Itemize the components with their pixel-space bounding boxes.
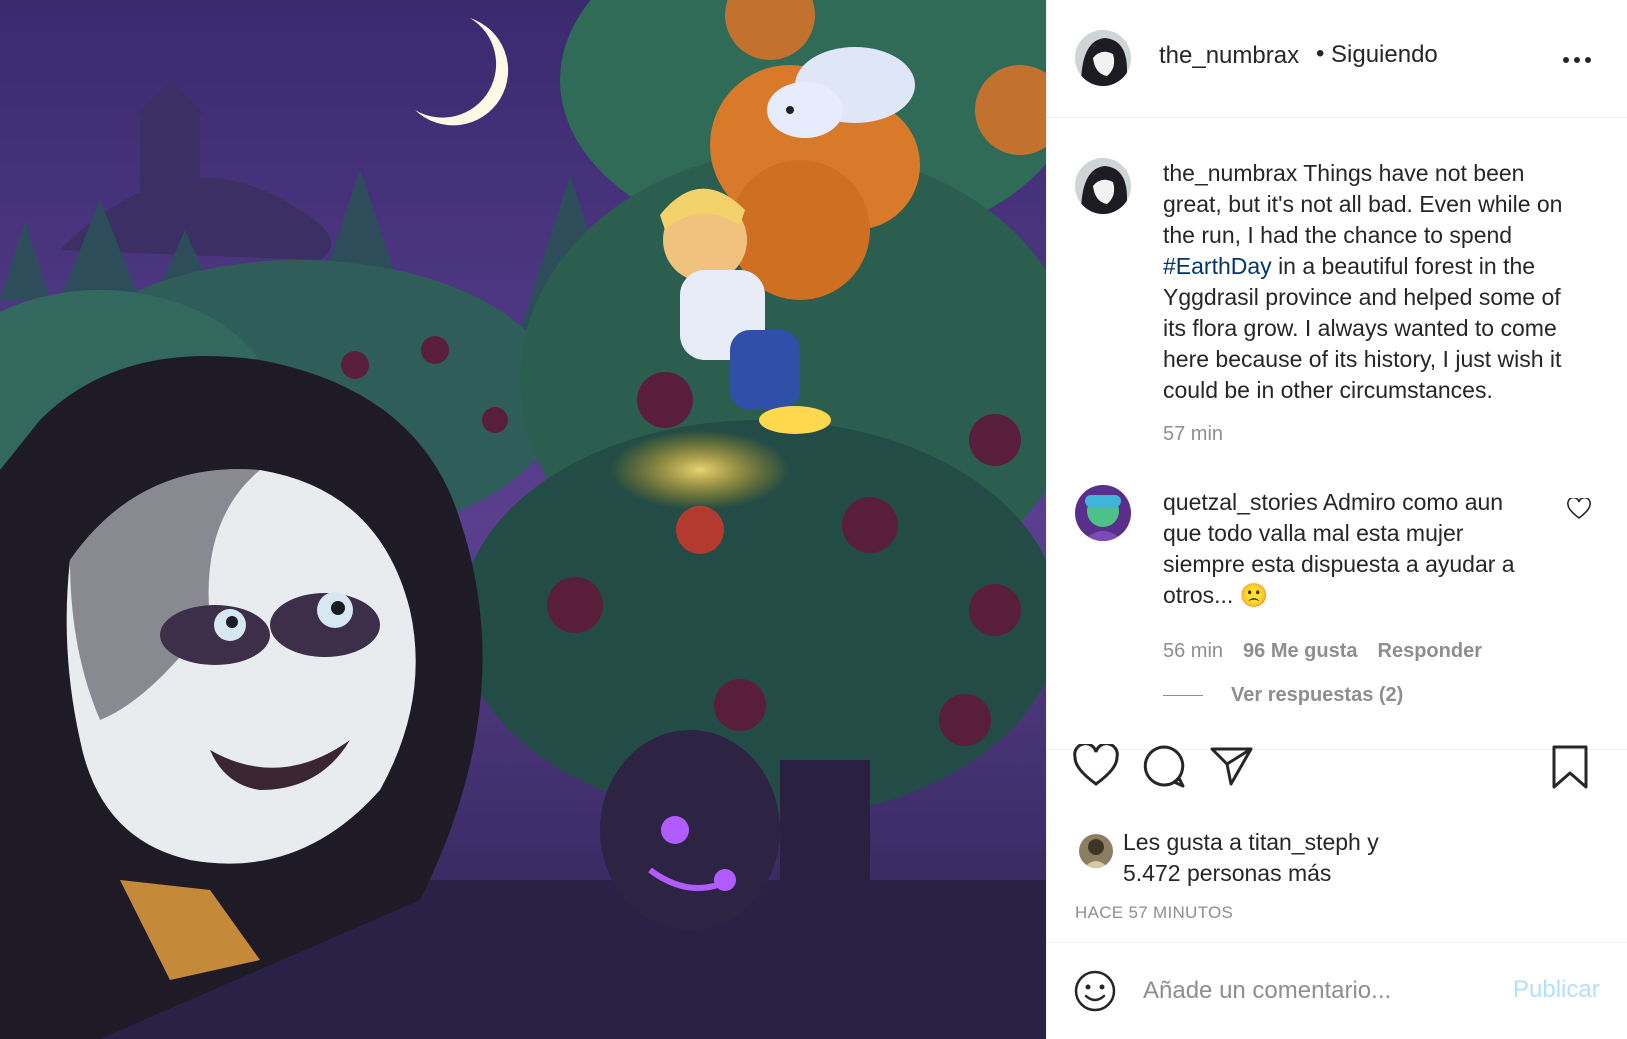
likes-prefix: Les gusta a: [1123, 829, 1242, 855]
caption-avatar[interactable]: [1075, 158, 1131, 214]
paper-plane-icon[interactable]: [1209, 744, 1255, 793]
author-username[interactable]: the_numbrax: [1159, 42, 1299, 70]
comment-input[interactable]: [1141, 965, 1485, 1017]
add-comment-bar: Publicar: [1047, 942, 1627, 1039]
liker-avatar-image: [1079, 834, 1113, 868]
author-avatar[interactable]: [1075, 30, 1131, 86]
comment-time[interactable]: 56 min: [1163, 640, 1223, 663]
header-separator: •: [1316, 40, 1325, 67]
post-illustration: [0, 0, 1046, 1039]
author-avatar-image: [1075, 30, 1131, 86]
frowning-face-emoji: 🙁: [1239, 582, 1269, 608]
bookmark-icon[interactable]: [1550, 744, 1590, 795]
liker-username[interactable]: titan_steph: [1248, 829, 1361, 855]
post-actions: Les gusta a titan_steph y 5.472 personas…: [1047, 742, 1627, 922]
reply-button[interactable]: Responder: [1378, 640, 1482, 663]
likes-count-link[interactable]: 5.472 personas más: [1123, 860, 1331, 886]
commenter-avatar-image: [1075, 485, 1131, 541]
comments-area[interactable]: the_numbrax Things have not been great, …: [1047, 118, 1627, 750]
hashtag-link[interactable]: #EarthDay: [1163, 253, 1272, 279]
replies-divider: [1163, 695, 1203, 696]
comment-meta: 56 min 96 Me gusta Responder: [1163, 640, 1482, 663]
view-replies-label: Ver respuestas (2): [1231, 684, 1404, 706]
heart-icon[interactable]: [1073, 742, 1119, 793]
post-header: the_numbrax • Siguiendo: [1047, 0, 1627, 118]
caption-time[interactable]: 57 min: [1163, 423, 1223, 446]
publish-button[interactable]: Publicar: [1513, 976, 1600, 1004]
caption-avatar-image: [1075, 158, 1131, 214]
more-horizontal-icon[interactable]: [1557, 48, 1597, 72]
comment-like-heart-icon[interactable]: [1567, 496, 1591, 525]
likes-summary: Les gusta a titan_steph y 5.472 personas…: [1123, 827, 1379, 889]
following-button[interactable]: Siguiendo: [1331, 41, 1438, 69]
comment-icon[interactable]: [1141, 744, 1187, 793]
post-timestamp[interactable]: HACE 57 MINUTOS: [1075, 903, 1233, 923]
liker-avatar[interactable]: [1079, 834, 1113, 868]
comment-username[interactable]: quetzal_stories: [1163, 489, 1318, 515]
post-caption: the_numbrax Things have not been great, …: [1163, 158, 1588, 406]
view-replies-button[interactable]: Ver respuestas (2): [1163, 684, 1403, 707]
comment-likes[interactable]: 96 Me gusta: [1243, 640, 1357, 663]
comment-body: quetzal_stories Admiro como aun que todo…: [1163, 487, 1543, 611]
smiley-icon[interactable]: [1073, 969, 1117, 1018]
likes-conj: y: [1367, 829, 1379, 855]
post-image[interactable]: [0, 0, 1046, 1039]
caption-username[interactable]: the_numbrax: [1163, 160, 1297, 186]
post-side-panel: the_numbrax • Siguiendo the_numbrax Thin…: [1046, 0, 1627, 1039]
commenter-avatar[interactable]: [1075, 485, 1131, 541]
